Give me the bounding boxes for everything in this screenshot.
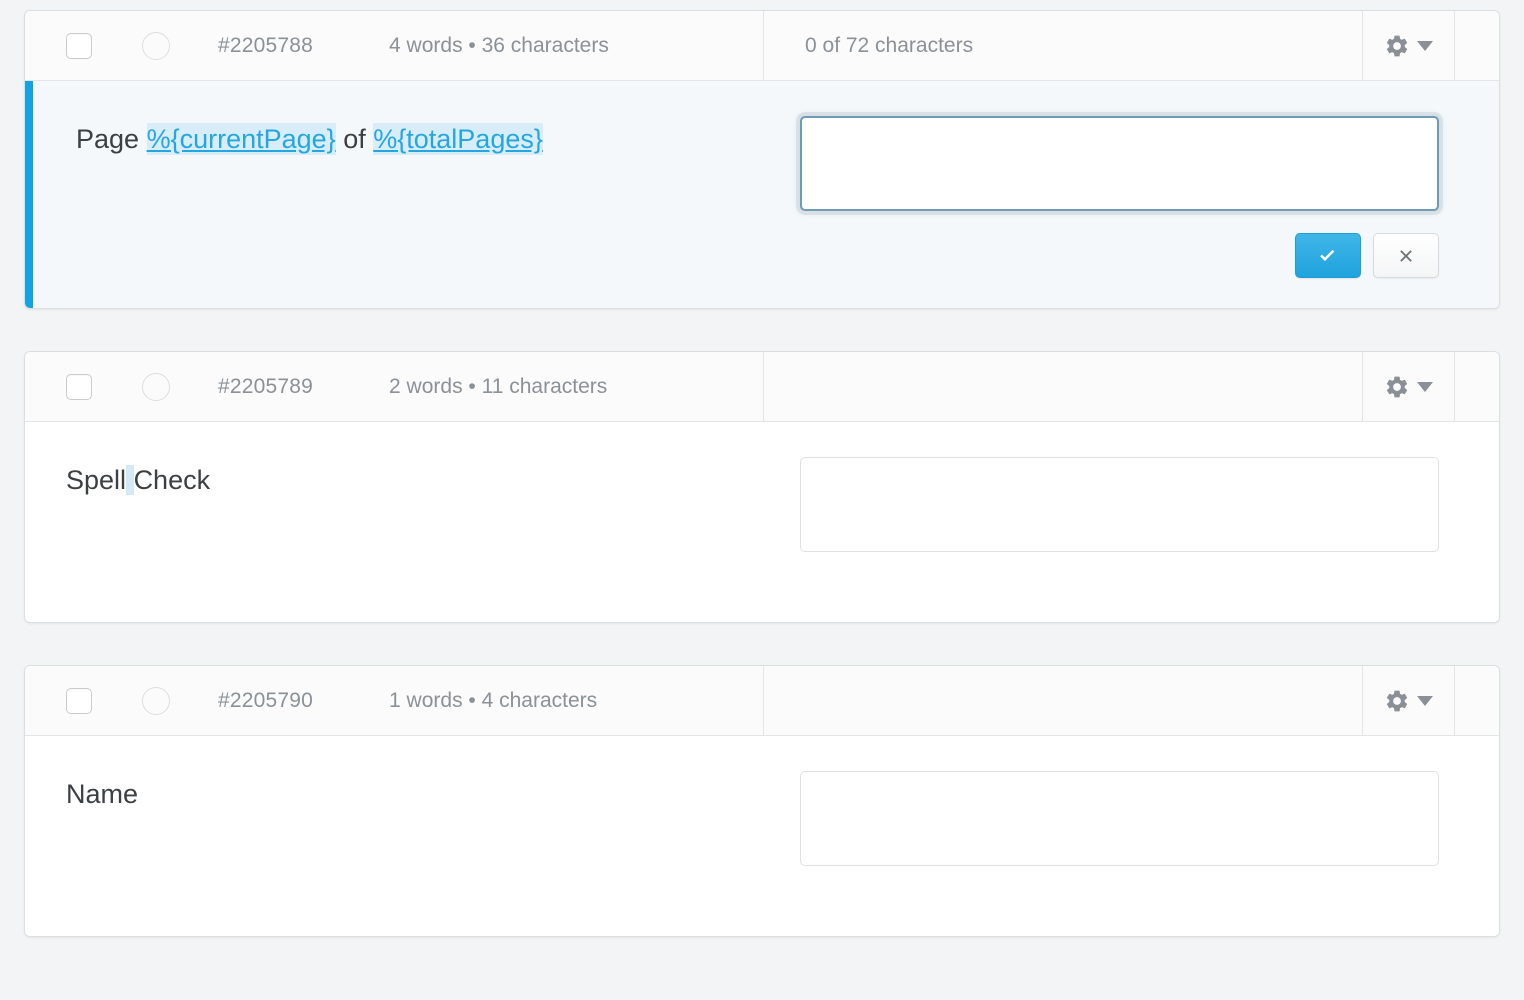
source-text: Spell Check xyxy=(66,462,740,498)
segment-header-middle: 0 of 72 characters xyxy=(764,11,1363,80)
highlighted-space xyxy=(126,465,134,495)
source-text-cell: Page %{currentPage} of %{totalPages} xyxy=(33,81,764,197)
segment-header: #2205790 1 words • 4 characters xyxy=(25,666,1499,736)
segment-header-end xyxy=(1455,666,1499,735)
gear-icon xyxy=(1384,33,1410,59)
segment-word-count: 1 words • 4 characters xyxy=(389,688,598,712)
segment-card: #2205790 1 words • 4 characters Name xyxy=(24,665,1500,937)
source-text-plain: Spell xyxy=(66,465,127,495)
check-icon xyxy=(1315,243,1341,269)
placeholder-token-current-page[interactable]: %{currentPage} xyxy=(146,123,336,155)
segment-options-menu[interactable] xyxy=(1363,352,1455,421)
cancel-button[interactable] xyxy=(1373,233,1439,278)
segment-options-menu[interactable] xyxy=(1363,11,1455,80)
segment-id: #2205788 xyxy=(218,33,314,57)
segment-header-middle xyxy=(764,352,1363,421)
segment-status-radio[interactable] xyxy=(142,372,170,401)
chevron-down-icon xyxy=(1417,40,1433,51)
source-text-plain: Check xyxy=(133,465,211,495)
gear-icon xyxy=(1384,374,1410,400)
segment-header-middle xyxy=(764,666,1363,735)
segment-header: #2205789 2 words • 11 characters xyxy=(25,352,1499,422)
segment-select-checkbox[interactable] xyxy=(66,687,92,714)
segment-body: Page %{currentPage} of %{totalPages} xyxy=(25,81,1499,308)
source-text-plain: Page xyxy=(76,124,147,154)
segment-list: #2205788 4 words • 36 characters 0 of 72… xyxy=(0,10,1524,937)
source-text: Page %{currentPage} of %{totalPages} xyxy=(76,121,740,157)
segment-header-left: #2205790 1 words • 4 characters xyxy=(25,666,764,735)
translation-input[interactable] xyxy=(800,771,1439,866)
segment-word-count: 4 words • 36 characters xyxy=(389,33,609,57)
segment-options-menu[interactable] xyxy=(1363,666,1455,735)
segment-word-count: 2 words • 11 characters xyxy=(389,374,608,398)
source-text-cell: Spell Check xyxy=(25,422,764,538)
segment-body: Name xyxy=(25,736,1499,936)
placeholder-token-total-pages[interactable]: %{totalPages} xyxy=(373,123,543,155)
target-text-cell xyxy=(764,422,1499,582)
segment-select-checkbox[interactable] xyxy=(66,373,92,400)
segment-card: #2205788 4 words • 36 characters 0 of 72… xyxy=(24,10,1500,309)
segment-select-checkbox[interactable] xyxy=(66,32,92,59)
close-icon xyxy=(1395,245,1417,267)
segment-header: #2205788 4 words • 36 characters 0 of 72… xyxy=(25,11,1499,81)
segment-id: #2205789 xyxy=(218,374,314,398)
segment-header-left: #2205788 4 words • 36 characters xyxy=(25,11,764,80)
gear-icon xyxy=(1384,688,1410,714)
segment-card: #2205789 2 words • 11 characters Spell C… xyxy=(24,351,1500,623)
segment-id: #2205790 xyxy=(218,688,314,712)
source-text: Name xyxy=(66,779,139,809)
segment-header-end xyxy=(1455,352,1499,421)
chevron-down-icon xyxy=(1417,695,1433,706)
segment-header-left: #2205789 2 words • 11 characters xyxy=(25,352,764,421)
target-text-cell xyxy=(764,736,1499,896)
chevron-down-icon xyxy=(1417,381,1433,392)
segment-header-end xyxy=(1455,11,1499,80)
segment-char-count: 0 of 72 characters xyxy=(805,33,974,57)
translation-input[interactable] xyxy=(800,457,1439,552)
source-text-cell: Name xyxy=(25,736,764,852)
segment-body: Spell Check xyxy=(25,422,1499,622)
target-text-cell xyxy=(764,81,1499,308)
segment-status-radio[interactable] xyxy=(142,31,170,60)
confirm-button[interactable] xyxy=(1295,233,1361,278)
translation-input[interactable] xyxy=(800,116,1439,211)
translation-actions xyxy=(800,233,1439,278)
source-text-plain: of xyxy=(335,124,374,154)
segment-status-radio[interactable] xyxy=(142,686,170,715)
